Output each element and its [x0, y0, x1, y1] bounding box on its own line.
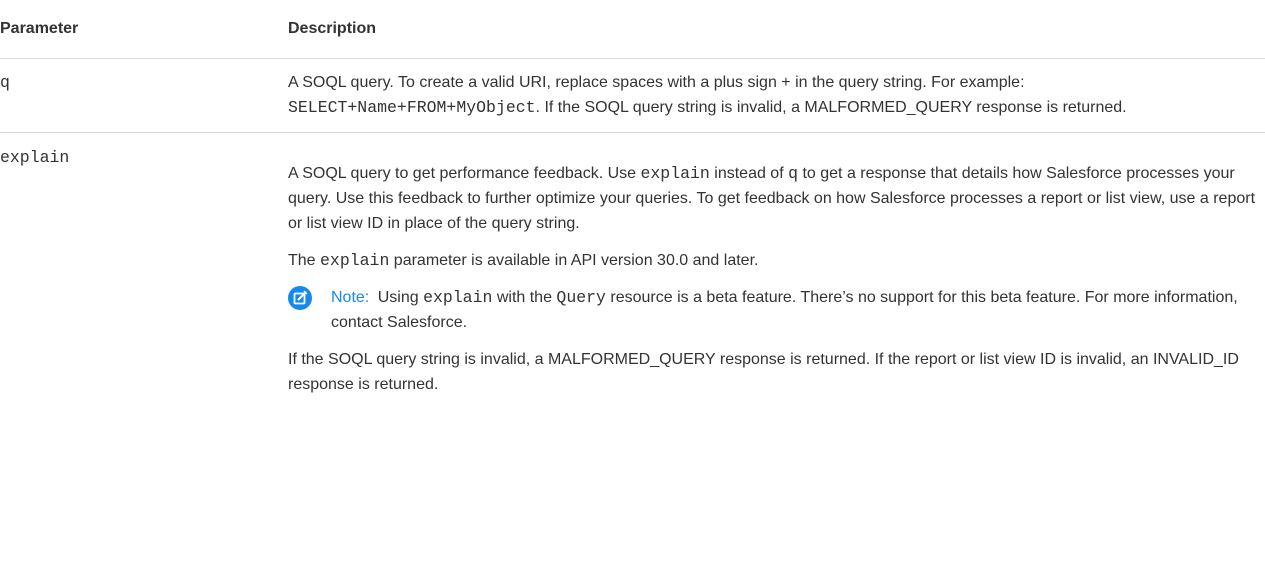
param-cell: q: [0, 58, 288, 133]
table-row-explain: explain A SOQL query to get performance …: [0, 133, 1265, 416]
explain-paragraph-1: A SOQL query to get performance feedback…: [288, 161, 1265, 236]
explain-p2-code: explain: [320, 251, 390, 270]
param-cell: explain: [0, 133, 288, 416]
edit-note-icon: [288, 286, 312, 310]
explain-p1-text-a: A SOQL query to get performance feedback…: [288, 165, 637, 182]
explain-p2-text-a: The: [288, 252, 316, 269]
q-description: A SOQL query. To create a valid URI, rep…: [288, 70, 1265, 120]
q-desc-text-2: . If the SOQL query string is invalid, a…: [535, 99, 1127, 116]
header-description: Description: [288, 0, 1265, 59]
param-name-q: q: [0, 73, 10, 92]
description-cell: A SOQL query. To create a valid URI, rep…: [288, 58, 1265, 133]
explain-p1-code-explain: explain: [640, 164, 710, 183]
q-example-code: SELECT+Name+FROM+MyObject: [288, 98, 536, 117]
note-code-explain: explain: [423, 288, 493, 307]
explain-p1-code-q: q: [788, 164, 799, 183]
note-text-a: Using: [377, 289, 419, 306]
table-header-row: Parameter Description: [0, 0, 1265, 59]
explain-p2-text-b: parameter is available in API version 30…: [393, 252, 759, 269]
q-desc-text-1: A SOQL query. To create a valid URI, rep…: [288, 74, 1025, 91]
note-label: Note:: [331, 289, 370, 306]
table-row-q: q A SOQL query. To create a valid URI, r…: [0, 58, 1265, 133]
description-cell: A SOQL query to get performance feedback…: [288, 133, 1265, 416]
parameters-table: Parameter Description q A SOQL query. To…: [0, 0, 1265, 415]
note-text-b: with the: [496, 289, 552, 306]
note-code-query: Query: [556, 288, 606, 307]
explain-p1-text-b: instead of: [714, 165, 784, 182]
explain-paragraph-3: If the SOQL query string is invalid, a M…: [288, 351, 1239, 393]
param-name-explain: explain: [0, 148, 70, 167]
explain-paragraph-2: The explain parameter is available in AP…: [288, 248, 1265, 273]
header-parameter: Parameter: [0, 0, 288, 59]
beta-note: Note: Using explain with the Query resou…: [288, 285, 1265, 335]
